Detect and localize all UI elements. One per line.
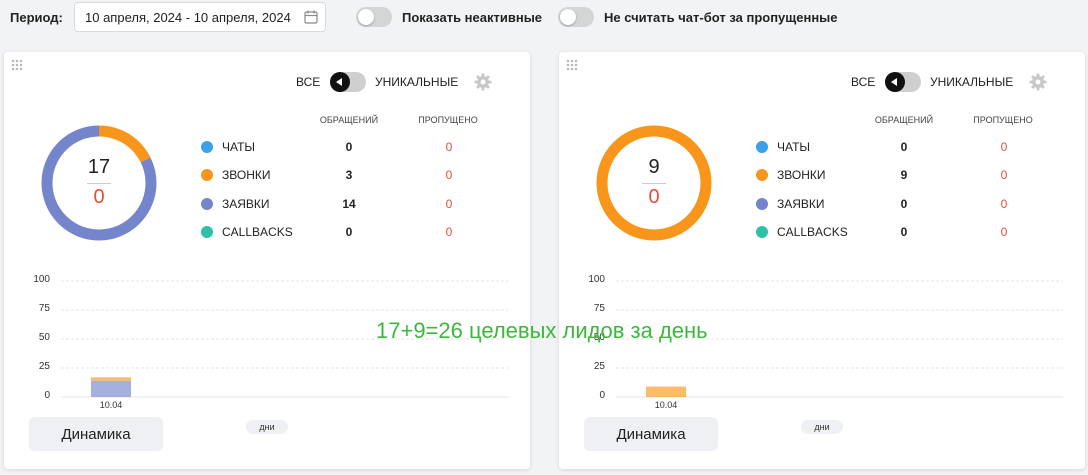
- column-header-missed: ПРОПУЩЕНО: [418, 115, 478, 125]
- legend-name: ЧАТЫ: [777, 140, 811, 154]
- legend-missed: 0: [1000, 140, 1008, 154]
- legend-row-callbacks[interactable]: CALLBACKS 0 0: [756, 224, 1056, 242]
- y-tick-label: 0: [44, 390, 50, 401]
- donut-total: 17: [87, 156, 111, 178]
- days-period-pill[interactable]: дни: [246, 420, 288, 434]
- legend-name: ЗАЯВКИ: [777, 197, 825, 211]
- legend-row-chats[interactable]: ЧАТЫ 0 0: [201, 139, 501, 157]
- show-inactive-label: Показать неактивные: [402, 10, 543, 25]
- legend-name: ЗВОНКИ: [222, 168, 271, 182]
- bar-requests: [91, 380, 131, 397]
- column-header-requests: ОБРАЩЕНИЙ: [319, 115, 379, 125]
- days-period-pill[interactable]: дни: [801, 420, 843, 434]
- legend-name: CALLBACKS: [222, 225, 293, 239]
- legend-missed: 0: [445, 225, 453, 239]
- column-header-requests: ОБРАЩЕНИЙ: [874, 115, 934, 125]
- chats-dot-icon: [756, 141, 768, 153]
- y-tick-label: 75: [39, 303, 51, 314]
- legend-missed: 0: [1000, 225, 1008, 239]
- chatbot-missed-toggle[interactable]: [558, 7, 594, 27]
- legend-row-callbacks[interactable]: CALLBACKS 0 0: [201, 224, 501, 242]
- bar-calls: [91, 377, 131, 381]
- requests-dot-icon: [756, 198, 768, 210]
- donut-divider: [87, 183, 111, 184]
- mode-unique-label[interactable]: УНИКАЛЬНЫЕ: [375, 75, 458, 89]
- mode-unique-label[interactable]: УНИКАЛЬНЫЕ: [930, 75, 1013, 89]
- legend-row-requests[interactable]: ЗАЯВКИ 14 0: [201, 196, 501, 214]
- drag-handle-icon[interactable]: [565, 58, 579, 72]
- mode-all-label[interactable]: ВСЕ: [851, 75, 875, 89]
- y-tick-label: 50: [39, 332, 51, 343]
- legend-count: 0: [345, 140, 353, 154]
- donut-divider: [642, 183, 666, 184]
- legend-name: CALLBACKS: [777, 225, 848, 239]
- chats-dot-icon: [201, 141, 213, 153]
- date-range-input[interactable]: 10 апреля, 2024 - 10 апреля, 2024: [74, 2, 326, 32]
- mode-switch[interactable]: [330, 72, 366, 92]
- mode-switch-knob: [885, 72, 905, 92]
- gear-icon[interactable]: [1029, 73, 1047, 91]
- period-label: Период:: [10, 10, 63, 25]
- legend-name: ЧАТЫ: [222, 140, 256, 154]
- legend-count: 9: [900, 168, 908, 182]
- y-tick-label: 100: [33, 274, 50, 285]
- y-tick-label: 25: [39, 361, 51, 372]
- x-tick-label: 10.04: [100, 400, 123, 410]
- legend-count: 0: [345, 225, 353, 239]
- gear-icon[interactable]: [474, 73, 492, 91]
- legend-count: 0: [900, 197, 908, 211]
- date-range-value: 10 апреля, 2024 - 10 апреля, 2024: [85, 10, 291, 25]
- y-tick-label: 100: [588, 274, 605, 285]
- legend-count: 0: [900, 225, 908, 239]
- callbacks-dot-icon: [756, 226, 768, 238]
- donut-total: 9: [648, 156, 660, 178]
- mode-switch[interactable]: [885, 72, 921, 92]
- legend-missed: 0: [445, 197, 453, 211]
- filter-bar: Период: 10 апреля, 2024 - 10 апреля, 202…: [0, 0, 1088, 38]
- calls-dot-icon: [756, 169, 768, 181]
- y-tick-label: 0: [599, 390, 605, 401]
- chatbot-missed-label: Не считать чат-бот за пропущенные: [604, 10, 838, 25]
- stats-card-2: ВСЕ УНИКАЛЬНЫЕ 9 0 ОБРАЩЕНИЙ ПРОПУЩЕНО Ч…: [559, 52, 1085, 469]
- legend-count: 14: [342, 197, 356, 211]
- legend-count: 0: [900, 140, 908, 154]
- bar-calls: [646, 386, 686, 397]
- drag-handle-icon[interactable]: [10, 58, 24, 72]
- toggle-knob: [358, 9, 374, 25]
- legend-name: ЗАЯВКИ: [222, 197, 270, 211]
- requests-dot-icon: [201, 198, 213, 210]
- calendar-icon[interactable]: [303, 9, 319, 25]
- column-header-missed: ПРОПУЩЕНО: [973, 115, 1033, 125]
- stats-card-1: ВСЕ УНИКАЛЬНЫЕ 17 0 ОБРАЩЕНИЙ ПРОПУЩЕНО …: [4, 52, 530, 469]
- legend-missed: 0: [1000, 197, 1008, 211]
- y-tick-label: 25: [594, 361, 606, 372]
- overlay-annotation: 17+9=26 целевых лидов за день: [376, 318, 708, 343]
- x-tick-label: 10.04: [655, 400, 678, 410]
- show-inactive-toggle[interactable]: [356, 7, 392, 27]
- legend-count: 3: [345, 168, 353, 182]
- toggle-knob: [560, 9, 576, 25]
- legend-row-calls[interactable]: ЗВОНКИ 3 0: [201, 167, 501, 185]
- mode-all-label[interactable]: ВСЕ: [296, 75, 320, 89]
- legend-row-calls[interactable]: ЗВОНКИ 9 0: [756, 167, 1056, 185]
- calls-dot-icon: [201, 169, 213, 181]
- donut-missed-total: 0: [93, 186, 105, 208]
- legend-name: ЗВОНКИ: [777, 168, 826, 182]
- legend-row-chats[interactable]: ЧАТЫ 0 0: [756, 139, 1056, 157]
- legend-missed: 0: [445, 168, 453, 182]
- legend-row-requests[interactable]: ЗАЯВКИ 0 0: [756, 196, 1056, 214]
- legend-missed: 0: [1000, 168, 1008, 182]
- donut-missed-total: 0: [648, 186, 660, 208]
- callbacks-dot-icon: [201, 226, 213, 238]
- dynamics-button[interactable]: Динамика: [584, 417, 718, 451]
- mode-switch-knob: [330, 72, 350, 92]
- legend-missed: 0: [445, 140, 453, 154]
- dynamics-button[interactable]: Динамика: [29, 417, 163, 451]
- y-tick-label: 75: [594, 303, 606, 314]
